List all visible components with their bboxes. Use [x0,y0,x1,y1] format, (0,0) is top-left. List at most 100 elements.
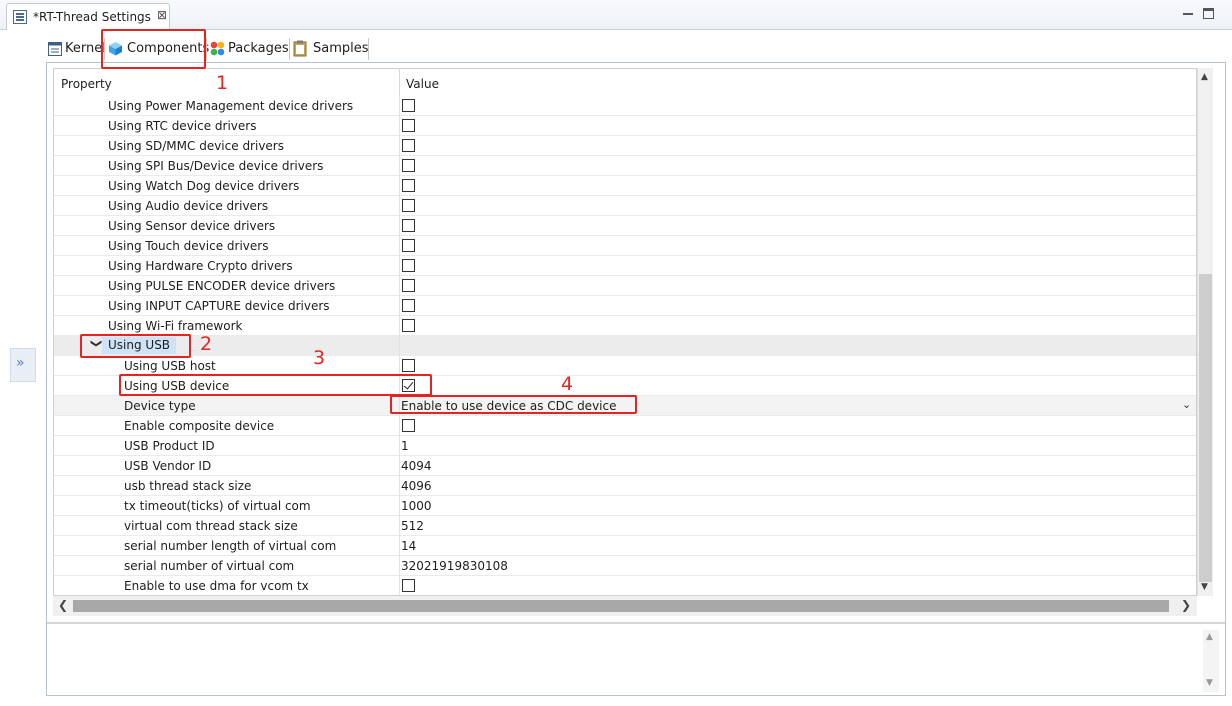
property-checkbox[interactable] [402,239,415,252]
property-value-field[interactable]: 4094 [401,459,432,473]
tree-group-row[interactable]: ❯ Using USB [54,336,1196,356]
minimize-icon[interactable] [1181,7,1195,21]
editor-tab-rt-thread-settings[interactable]: *RT-Thread Settings ⊠ [6,3,170,30]
table-row[interactable]: Enable to use dma for vcom tx [54,576,1196,595]
property-label: Enable to use dma for vcom tx [124,579,309,593]
settings-tabs: Kernel Components Packages Samples [44,35,1224,63]
annotation-number-4: 4 [561,373,574,395]
property-label: Using PULSE ENCODER device drivers [108,279,336,293]
annotation-box-1 [101,29,206,69]
table-row[interactable]: Using INPUT CAPTURE device drivers [54,296,1196,316]
property-checkbox[interactable] [402,359,415,372]
property-label: Device type [124,399,196,413]
property-label: Enable composite device [124,419,275,433]
property-label: Using SD/MMC device drivers [108,139,284,153]
property-label: Using Hardware Crypto drivers [108,259,293,273]
header-value: Value [406,77,439,91]
table-row[interactable]: Using SD/MMC device drivers [54,136,1196,156]
property-table: Property Value Using Power Management de… [53,68,1197,596]
property-label: Using RTC device drivers [108,119,257,133]
header-property: Property [61,77,112,91]
property-checkbox[interactable] [402,219,415,232]
property-value-field[interactable]: 14 [401,539,416,553]
property-label: Using Touch device drivers [108,239,269,253]
property-label: usb thread stack size [124,479,252,493]
property-checkbox[interactable] [402,419,415,432]
table-row[interactable]: Using Wi-Fi framework [54,316,1196,336]
annotation-number-2: 2 [200,333,213,355]
scroll-down-icon[interactable]: ▼ [1201,582,1208,592]
table-row[interactable]: tx timeout(ticks) of virtual com 1000 [54,496,1196,516]
tab-kernel[interactable]: Kernel [46,35,106,63]
property-checkbox[interactable] [402,159,415,172]
horizontal-scrollbar[interactable]: ❮ ❯ [53,596,1197,616]
table-row[interactable]: usb thread stack size 4096 [54,476,1196,496]
close-icon[interactable]: ⊠ [157,8,167,22]
tab-packages-label: Packages [228,41,289,56]
table-row[interactable]: serial number of virtual com 320219198301… [54,556,1196,576]
property-label: Using USB host [124,359,216,373]
property-checkbox[interactable] [402,299,415,312]
table-row[interactable]: Using PULSE ENCODER device drivers [54,276,1196,296]
property-checkbox[interactable] [402,279,415,292]
table-row[interactable]: Using RTC device drivers [54,116,1196,136]
annotation-box-4 [390,395,637,414]
packages-icon [210,41,225,56]
scroll-right-icon[interactable]: ❯ [1181,598,1191,612]
tab-packages[interactable]: Packages [209,35,289,63]
property-checkbox[interactable] [402,119,415,132]
table-row[interactable]: Using Sensor device drivers [54,216,1196,236]
description-scrollbar[interactable]: ▲ ▼ [1203,630,1219,692]
vertical-scroll-thumb[interactable] [1199,274,1212,582]
chevron-down-icon[interactable]: ⌄ [1182,398,1191,411]
property-label: Using SPI Bus/Device device drivers [108,159,324,173]
property-label: virtual com thread stack size [124,519,298,533]
annotation-number-1: 1 [216,72,229,94]
scroll-up-icon[interactable]: ▲ [1201,72,1208,82]
property-checkbox[interactable] [402,259,415,272]
table-row[interactable]: Using Power Management device drivers [54,96,1196,116]
property-value-field[interactable]: 512 [401,519,424,533]
kernel-icon [48,42,62,56]
vertical-scrollbar[interactable]: ▲ ▼ [1197,68,1213,596]
scroll-left-icon[interactable]: ❮ [58,598,68,612]
expand-panel-button[interactable]: » [10,348,36,382]
property-label: Using INPUT CAPTURE device drivers [108,299,330,313]
property-label: serial number length of virtual com [124,539,337,553]
property-checkbox[interactable] [402,99,415,112]
property-checkbox[interactable] [402,579,415,592]
table-row[interactable]: Using Audio device drivers [54,196,1196,216]
property-checkbox[interactable] [402,319,415,332]
property-label: USB Vendor ID [124,459,212,473]
tab-samples[interactable]: Samples [292,35,369,63]
table-row[interactable]: virtual com thread stack size 512 [54,516,1196,536]
table-row[interactable]: USB Product ID 1 [54,436,1196,456]
property-label: Using Wi-Fi framework [108,319,243,333]
maximize-icon[interactable] [1203,8,1214,19]
property-checkbox[interactable] [402,199,415,212]
description-area [47,622,1225,695]
property-value-field[interactable]: 1000 [401,499,432,513]
annotation-box-3 [119,374,432,396]
table-row[interactable]: Using USB host [54,356,1196,376]
property-label: Using Audio device drivers [108,199,269,213]
settings-file-icon [13,10,27,24]
table-row[interactable]: Enable composite device [54,416,1196,436]
table-row[interactable]: Using Hardware Crypto drivers [54,256,1196,276]
table-row[interactable]: serial number length of virtual com 14 [54,536,1196,556]
table-row[interactable]: USB Vendor ID 4094 [54,456,1196,476]
table-row[interactable]: Using SPI Bus/Device device drivers [54,156,1196,176]
horizontal-scroll-thumb[interactable] [73,600,1169,612]
property-value-field[interactable]: 1 [401,439,409,453]
table-row[interactable]: Using Touch device drivers [54,236,1196,256]
property-value-field[interactable]: 32021919830108 [401,559,508,573]
annotation-box-2 [80,334,191,358]
property-value-field[interactable]: 4096 [401,479,432,493]
double-chevron-right-icon: » [16,355,25,371]
property-label: tx timeout(ticks) of virtual com [124,499,311,513]
property-checkbox[interactable] [402,179,415,192]
scroll-down-icon[interactable]: ▼ [1206,678,1213,688]
table-row[interactable]: Using Watch Dog device drivers [54,176,1196,196]
property-checkbox[interactable] [402,139,415,152]
scroll-up-icon[interactable]: ▲ [1206,632,1213,642]
